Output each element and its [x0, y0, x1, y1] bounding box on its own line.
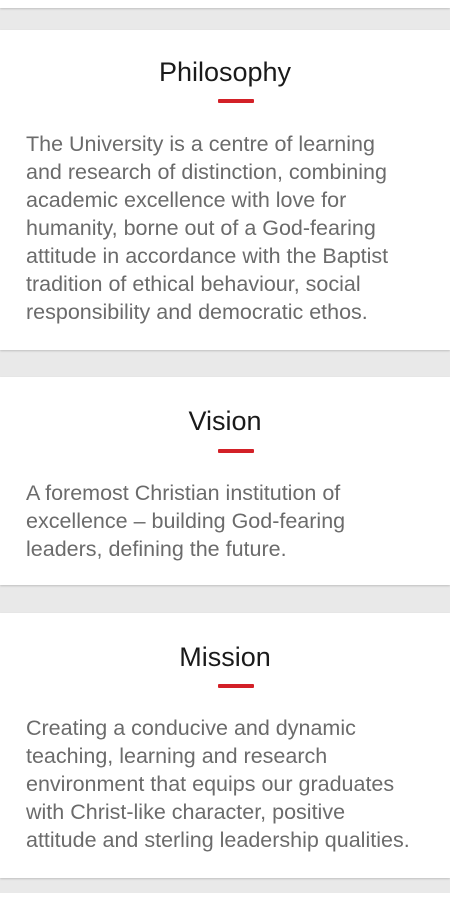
mission-text: Creating a conducive and dynamic teachin…: [26, 716, 410, 852]
philosophy-text: The University is a centre of learning a…: [26, 132, 389, 324]
mission-title: Mission: [179, 642, 271, 672]
philosophy-card: Philosophy The University is a centre of…: [0, 30, 450, 350]
vision-text: A foremost Christian institution of exce…: [26, 481, 346, 561]
next-card-edge: [0, 893, 450, 900]
previous-card-edge: [0, 0, 450, 8]
vision-accent-bar: [218, 449, 254, 453]
mission-accent-bar: [218, 684, 254, 688]
vision-card: Vision A foremost Christian institution …: [0, 377, 450, 585]
mission-card: Mission Creating a conducive and dynamic…: [0, 613, 450, 878]
philosophy-title: Philosophy: [158, 57, 292, 87]
vision-title: Vision: [188, 406, 262, 436]
philosophy-accent-bar: [218, 99, 254, 103]
